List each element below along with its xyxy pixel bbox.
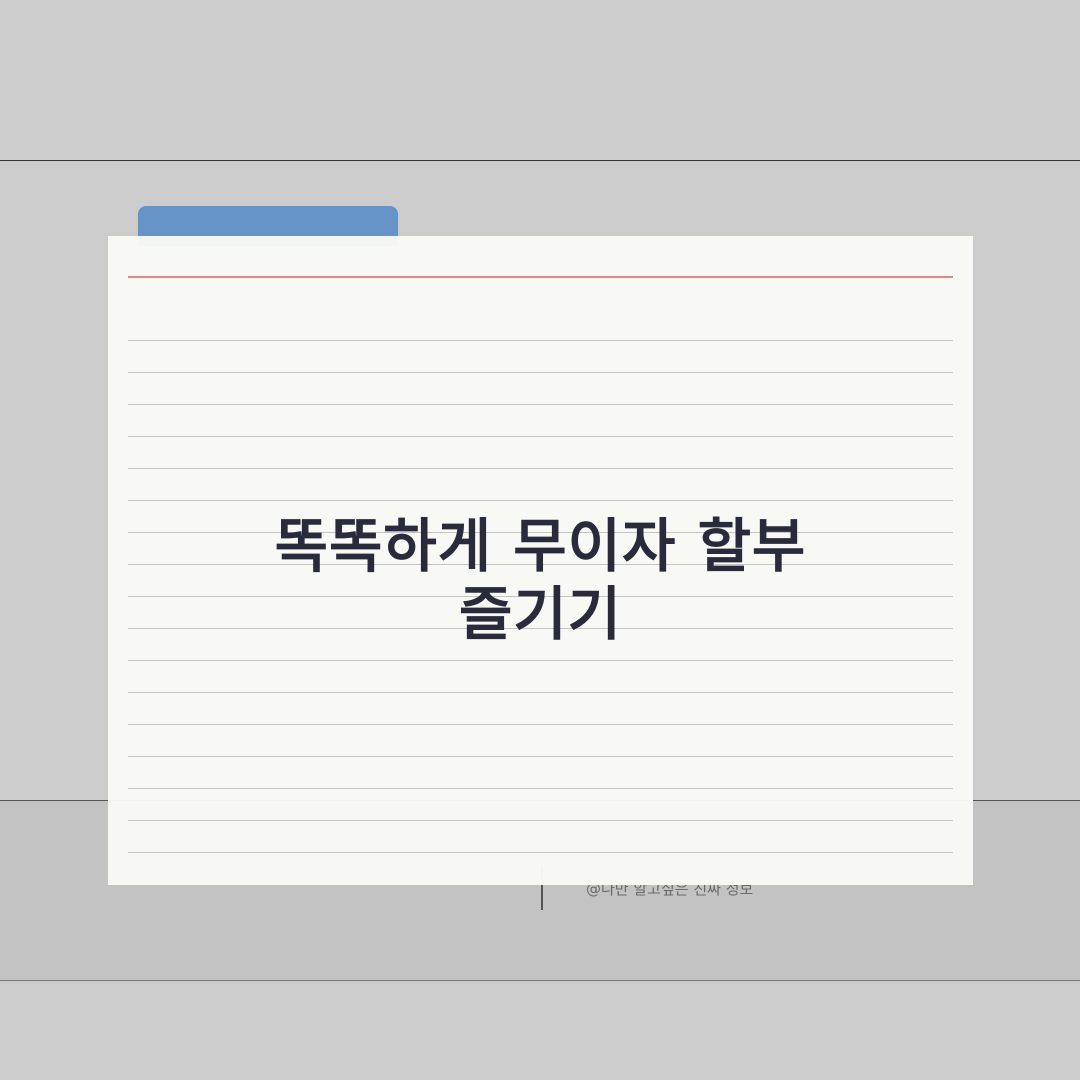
- card-ruled-line: [128, 436, 953, 437]
- card-ruled-line: [128, 468, 953, 469]
- card-title: 똑똑하게 무이자 할부 즐기기: [108, 512, 973, 648]
- card-ruled-line: [128, 404, 953, 405]
- card-title-line-1: 똑똑하게 무이자 할부: [274, 512, 807, 580]
- card-ruled-line: [128, 820, 953, 821]
- card-ruled-line: [128, 372, 953, 373]
- card-ruled-line: [128, 660, 953, 661]
- card-ruled-line: [128, 788, 953, 789]
- card-ruled-line: [128, 852, 953, 853]
- card-ruled-line: [128, 724, 953, 725]
- card-ruled-line: [128, 340, 953, 341]
- top-divider-line: [0, 160, 1080, 161]
- card-ruled-line: [128, 500, 953, 501]
- card-ruled-line: [128, 756, 953, 757]
- notebook-card: 똑똑하게 무이자 할부 즐기기: [108, 236, 973, 885]
- card-title-line-2: 즐기기: [458, 580, 623, 648]
- card-ruled-line: [128, 692, 953, 693]
- card-header-rule: [128, 276, 953, 278]
- bottom-divider-line: [0, 980, 1080, 981]
